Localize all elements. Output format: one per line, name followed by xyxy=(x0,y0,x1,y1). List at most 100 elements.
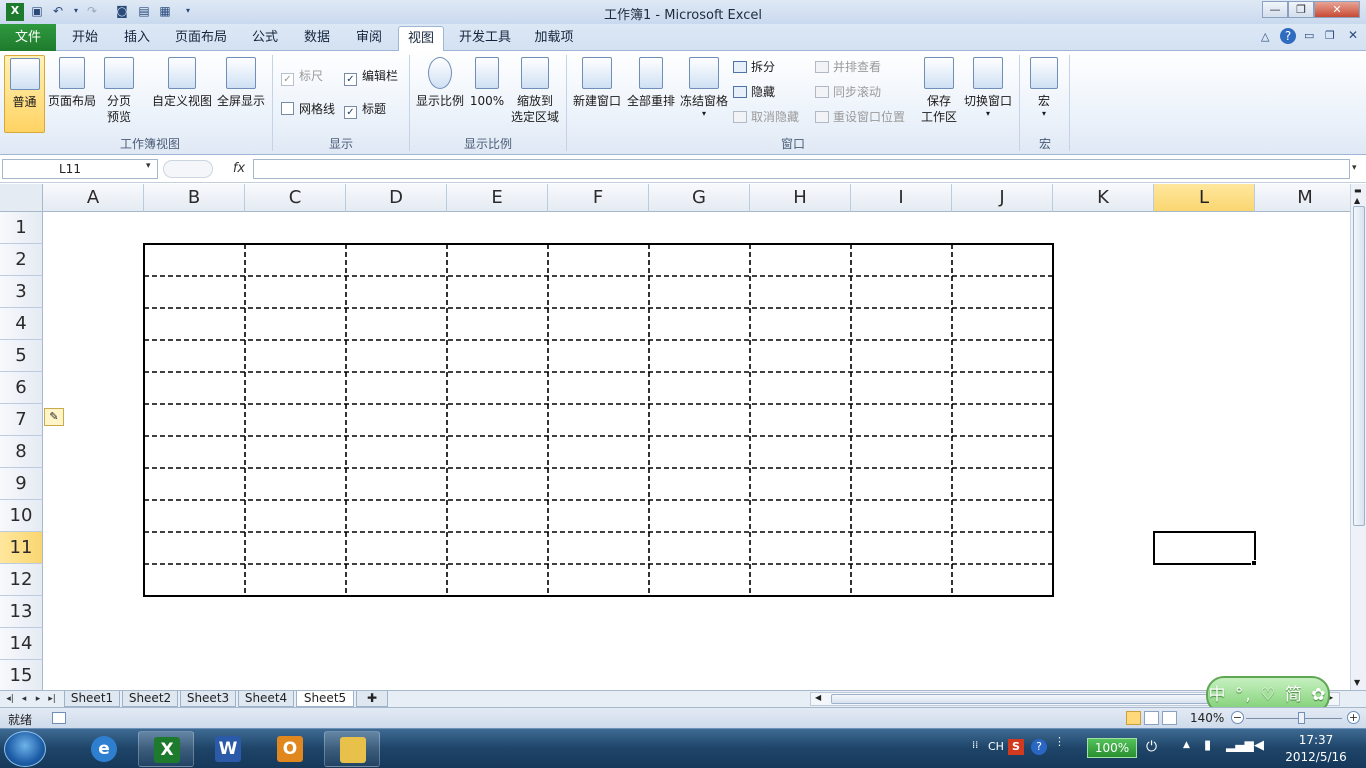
first-sheet-icon[interactable]: ◂| xyxy=(4,692,16,706)
sheet-tab-5[interactable]: Sheet5 xyxy=(296,691,354,707)
name-box-dropdown-icon[interactable]: ▾ xyxy=(146,161,151,171)
macros-button[interactable]: 宏 ▾ xyxy=(1024,55,1064,133)
tray-language[interactable]: CH xyxy=(988,740,1004,753)
zoom-out-icon[interactable]: − xyxy=(1231,711,1244,724)
sheet-tab-3[interactable]: Sheet3 xyxy=(180,691,236,707)
last-sheet-icon[interactable]: ▸| xyxy=(46,692,58,706)
worksheet-grid[interactable]: ABCDEFGHIJKLM 1 2 3 4 5 6 7 8 9 10 11 12 13 14 15 ✎ xyxy=(0,184,1350,690)
tab-home[interactable]: 开始 xyxy=(62,26,108,51)
camera-icon[interactable]: ◙ xyxy=(114,3,130,19)
workbook-restore-icon[interactable]: ❐ xyxy=(1325,29,1335,42)
tab-addins[interactable]: 加载项 xyxy=(526,26,582,51)
formula-expand-icon[interactable]: ▾ xyxy=(1352,163,1357,173)
freeze-panes-button[interactable]: 冻结窗格 ▾ xyxy=(678,55,730,133)
zoom-button[interactable]: 显示比例 xyxy=(414,55,466,133)
scroll-left-icon[interactable]: ◀ xyxy=(815,693,821,702)
tab-view[interactable]: 视图 xyxy=(398,26,444,52)
arrange-all-button[interactable]: 全部重排 xyxy=(625,55,677,133)
gridlines-checkbox[interactable]: 网格线 xyxy=(281,99,335,119)
full-screen-button[interactable]: 全屏显示 xyxy=(215,55,267,133)
new-window-button[interactable]: 新建窗口 xyxy=(571,55,623,133)
windows-start-icon[interactable] xyxy=(4,731,46,767)
insert-function-icon[interactable]: fx xyxy=(228,159,250,179)
taskbar-word[interactable]: W xyxy=(200,731,256,767)
undo-dropdown-icon[interactable]: ▾ xyxy=(68,3,84,19)
normal-view-status-icon[interactable] xyxy=(1126,711,1141,725)
view-toggle-icon[interactable]: ▦ xyxy=(157,3,173,19)
formula-bar-checkbox[interactable]: ✓ 编辑栏 xyxy=(344,66,398,86)
formula-expand-handle[interactable] xyxy=(163,160,213,178)
device-icon[interactable]: ▮ xyxy=(1204,738,1211,753)
sync-scroll-button[interactable]: 同步滚动 xyxy=(815,82,881,102)
custom-views-button[interactable]: 自定义视图 xyxy=(150,55,214,133)
tab-formulas[interactable]: 公式 xyxy=(242,26,288,51)
sheet-tab-2[interactable]: Sheet2 xyxy=(122,691,178,707)
side-by-side-button[interactable]: 并排查看 xyxy=(815,57,881,77)
zoom-100-button[interactable]: 100% xyxy=(468,55,506,133)
taskbar-excel[interactable]: X xyxy=(138,731,194,767)
macro-record-icon[interactable] xyxy=(52,712,66,724)
page-layout-status-icon[interactable] xyxy=(1144,711,1159,725)
split-box-icon[interactable]: ▬ xyxy=(1354,186,1362,195)
unhide-button[interactable]: 取消隐藏 xyxy=(733,107,799,127)
zoom-in-icon[interactable]: + xyxy=(1347,711,1360,724)
scroll-up-icon[interactable]: ▲ xyxy=(1354,196,1360,205)
sheet-tab-4[interactable]: Sheet4 xyxy=(238,691,294,707)
switch-windows-button[interactable]: 切换窗口 ▾ xyxy=(962,55,1014,133)
tray-help-icon[interactable]: ? xyxy=(1031,739,1047,755)
zoom-slider-track[interactable] xyxy=(1246,718,1342,719)
taskbar-explorer[interactable] xyxy=(324,731,380,767)
tab-file[interactable]: 文件 xyxy=(0,24,56,51)
page-layout-view-button[interactable]: 页面布局 xyxy=(47,55,97,133)
tab-insert[interactable]: 插入 xyxy=(114,26,160,51)
print-preview-icon[interactable]: ▤ xyxy=(136,3,152,19)
close-button[interactable]: ✕ xyxy=(1314,1,1360,18)
hide-button[interactable]: 隐藏 xyxy=(733,82,775,102)
insert-sheet-icon[interactable]: ✚ xyxy=(356,691,388,707)
tray-menu-icon[interactable]: ⋮ xyxy=(1054,735,1065,748)
next-sheet-icon[interactable]: ▸ xyxy=(32,692,44,706)
maximize-button[interactable]: ❐ xyxy=(1288,1,1314,18)
ruler-checkbox[interactable]: ✓ 标尺 xyxy=(281,66,323,86)
page-break-status-icon[interactable] xyxy=(1162,711,1177,725)
battery-indicator[interactable]: 100% xyxy=(1087,738,1137,758)
zoom-to-selection-button[interactable]: 缩放到 选定区域 xyxy=(508,55,562,133)
excel-app-icon[interactable]: X xyxy=(6,3,24,21)
sogou-icon[interactable]: S xyxy=(1008,739,1024,755)
clock-time[interactable]: 17:37 xyxy=(1286,733,1346,747)
vertical-scroll-thumb[interactable] xyxy=(1353,206,1365,526)
scroll-down-icon[interactable]: ▼ xyxy=(1354,678,1360,687)
customize-toolbar-icon[interactable]: ▾ xyxy=(180,3,196,19)
sheet-tab-1[interactable]: Sheet1 xyxy=(64,691,120,707)
zoom-level[interactable]: 140% xyxy=(1190,711,1224,725)
taskbar-ie[interactable]: e xyxy=(76,731,132,767)
save-workspace-button[interactable]: 保存 工作区 xyxy=(918,55,960,133)
normal-view-button[interactable]: 普通 xyxy=(4,55,45,133)
split-button[interactable]: 拆分 xyxy=(733,57,775,77)
prev-sheet-icon[interactable]: ◂ xyxy=(18,692,30,706)
network-icon[interactable]: ▂▄▆ xyxy=(1226,738,1254,752)
volume-icon[interactable]: ◀ xyxy=(1254,738,1264,753)
redo-icon[interactable]: ↷ xyxy=(84,3,100,19)
workbook-close-icon[interactable]: ✕ xyxy=(1348,28,1358,42)
tab-review[interactable]: 审阅 xyxy=(346,26,392,51)
workbook-minimize-icon[interactable]: ▭ xyxy=(1304,29,1314,42)
taskbar-outlook[interactable]: O xyxy=(262,731,318,767)
tab-page-layout[interactable]: 页面布局 xyxy=(168,26,234,51)
reset-position-button[interactable]: 重设窗口位置 xyxy=(815,107,905,127)
clock-date[interactable]: 2012/5/16 xyxy=(1283,750,1349,764)
selected-cell[interactable] xyxy=(1153,531,1256,565)
minimize-button[interactable]: — xyxy=(1262,1,1288,18)
fill-handle[interactable] xyxy=(1251,560,1257,566)
headings-checkbox[interactable]: ✓ 标题 xyxy=(344,99,386,119)
power-plug-icon[interactable]: ⏻ xyxy=(1146,739,1157,755)
tab-data[interactable]: 数据 xyxy=(294,26,340,51)
paste-options-icon[interactable]: ✎ xyxy=(44,408,64,426)
save-icon[interactable]: ▣ xyxy=(29,3,45,19)
formula-input[interactable] xyxy=(253,159,1350,179)
zoom-slider-thumb[interactable] xyxy=(1298,712,1305,724)
show-hidden-icons[interactable]: ▲ xyxy=(1183,740,1190,750)
minimize-ribbon-icon[interactable]: △ xyxy=(1261,30,1269,43)
tab-developer[interactable]: 开发工具 xyxy=(452,26,518,51)
undo-icon[interactable]: ↶ xyxy=(50,3,66,19)
